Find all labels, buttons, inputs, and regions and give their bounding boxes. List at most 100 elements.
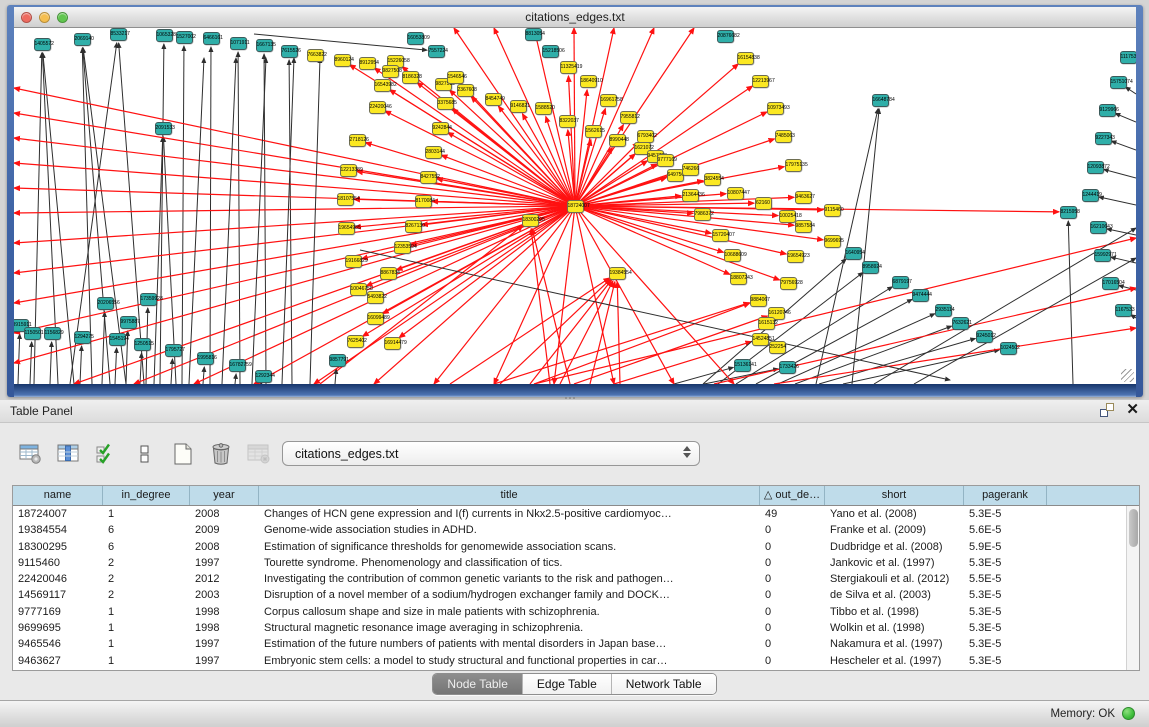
graph-node[interactable]: 16210643	[1090, 221, 1107, 234]
table-cell[interactable]: 19384554	[13, 522, 103, 538]
graph-node[interactable]: 9827508	[382, 65, 399, 78]
column-header[interactable]: name	[13, 486, 103, 505]
table-row[interactable]: 2242004622012Investigating the contribut…	[13, 571, 1139, 587]
graph-node[interactable]: 19654985	[338, 222, 355, 235]
table-scrollbar-thumb[interactable]	[1129, 509, 1138, 547]
graph-node[interactable]: 17359928	[140, 293, 157, 306]
graph-node[interactable]: 18640910	[580, 75, 597, 88]
table-settings-icon[interactable]	[16, 439, 46, 469]
graph-node[interactable]: 2803144	[425, 146, 442, 159]
graph-node[interactable]: 15136141	[734, 359, 751, 372]
table-cell[interactable]: 9699695	[13, 620, 103, 636]
column-visibility-icon[interactable]	[54, 439, 84, 469]
graph-node[interactable]: 9777169	[657, 154, 674, 167]
table-cell[interactable]: 14569117	[13, 587, 103, 603]
delete-column-icon[interactable]	[206, 439, 236, 469]
graph-node[interactable]: 746266	[682, 163, 699, 176]
table-cell[interactable]: 2	[103, 587, 190, 603]
table-row[interactable]: 977716911998Corpus callosum shape and si…	[13, 604, 1139, 620]
table-cell[interactable]: Embryonic stem cells: a model to study s…	[259, 653, 760, 669]
table-cell[interactable]: Hescheler et al. (1997)	[825, 653, 964, 669]
table-cell[interactable]: 1	[103, 604, 190, 620]
table-row[interactable]: 969969511998Structural magnetic resonanc…	[13, 620, 1139, 636]
graph-node[interactable]: 1167533	[1115, 304, 1132, 317]
table-cell[interactable]: 5.6E-5	[964, 522, 1047, 538]
table-cell[interactable]	[1047, 555, 1128, 571]
table-cell[interactable]: 5.3E-5	[964, 653, 1047, 669]
table-cell[interactable]: 2003	[190, 587, 259, 603]
table-cell[interactable]: 0	[760, 522, 825, 538]
graph-node[interactable]: 9115460	[824, 204, 841, 217]
graph-node[interactable]: 1150501	[24, 327, 41, 340]
graph-node[interactable]: 2091533	[155, 122, 172, 135]
table-panel-titlebar[interactable]: Table Panel ✕	[0, 400, 1149, 423]
table-cell[interactable]	[1047, 522, 1128, 538]
table-cell[interactable]: 0	[760, 539, 825, 555]
table-cell[interactable]: 6	[103, 522, 190, 538]
table-cell[interactable]: 0	[760, 555, 825, 571]
table-cell[interactable]: 9115460	[13, 555, 103, 571]
table-cell[interactable]: 2	[103, 555, 190, 571]
graph-node[interactable]: 2367608	[457, 84, 474, 97]
table-cell[interactable]: 1	[103, 620, 190, 636]
graph-node[interactable]: 8958924	[862, 261, 879, 274]
graph-node[interactable]: 1795727	[165, 344, 182, 357]
graph-node[interactable]: 7632621	[952, 317, 969, 330]
table-header-row[interactable]: namein_degreeyeartitle△ out_de…shortpage…	[13, 486, 1139, 506]
graph-node[interactable]: 8912954	[359, 57, 376, 70]
tab-network-table[interactable]: Network Table	[612, 674, 716, 694]
table-row[interactable]: 1872400712008Changes of HCN gene express…	[13, 506, 1139, 522]
graph-node[interactable]: 15992971	[1094, 249, 1111, 262]
column-header[interactable]	[1047, 486, 1128, 505]
table-cell[interactable]	[1047, 636, 1128, 652]
graph-node[interactable]: 9884067	[750, 294, 767, 307]
table-cell[interactable]: Yano et al. (2008)	[825, 506, 964, 522]
table-cell[interactable]: de Silva et al. (2003)	[825, 587, 964, 603]
table-cell[interactable]: Changes of HCN gene expression and I(f) …	[259, 506, 760, 522]
graph-node[interactable]: 15218506	[542, 45, 559, 58]
table-cell[interactable]: 22420046	[13, 571, 103, 587]
graph-node[interactable]: 8990448	[609, 134, 626, 147]
table-cell[interactable]: Tourette syndrome. Phenomenology and cla…	[259, 555, 760, 571]
graph-node[interactable]: 19384554	[609, 267, 626, 280]
new-column-icon[interactable]	[168, 439, 198, 469]
table-body[interactable]: 1872400712008Changes of HCN gene express…	[13, 506, 1139, 669]
table-cell[interactable]: 9465546	[13, 636, 103, 652]
graph-node[interactable]: 12353594	[394, 241, 411, 254]
graph-node[interactable]: 8960124	[334, 54, 351, 67]
graph-node[interactable]: 7485063	[775, 130, 792, 143]
graph-node[interactable]: 15751074	[1110, 76, 1127, 89]
graph-node[interactable]: 18107554	[337, 193, 354, 206]
graph-node[interactable]: 1667135	[256, 39, 273, 52]
graph-node[interactable]: 9245012	[976, 330, 993, 343]
table-cell[interactable]: Structural magnetic resonance image aver…	[259, 620, 760, 636]
graph-node[interactable]: 8533217	[110, 28, 127, 41]
node-table[interactable]: namein_degreeyeartitle△ out_de…shortpage…	[12, 485, 1140, 671]
graph-node[interactable]: 19166829	[345, 255, 362, 268]
table-cell[interactable]	[1047, 571, 1128, 587]
table-cell[interactable]: 5.9E-5	[964, 539, 1047, 555]
table-cell[interactable]: 2008	[190, 539, 259, 555]
table-cell[interactable]: 0	[760, 636, 825, 652]
table-cell[interactable]	[1047, 604, 1128, 620]
graph-node[interactable]: 8427552	[420, 171, 437, 184]
network-window[interactable]: citations_edges.txt 14055722069140853321…	[7, 5, 1143, 397]
table-cell[interactable]: 1998	[190, 604, 259, 620]
table-cell[interactable]: 1	[103, 653, 190, 669]
graph-node[interactable]: 16914479	[384, 337, 401, 350]
tab-node-table[interactable]: Node Table	[433, 674, 523, 694]
table-cell[interactable]: 5.3E-5	[964, 587, 1047, 603]
network-canvas[interactable]: 1405572206914085332171065328715270026466…	[14, 28, 1136, 384]
graph-node[interactable]: 17975135	[785, 159, 802, 172]
graph-node[interactable]: 1156829	[44, 327, 61, 340]
graph-node[interactable]: 5493822	[367, 291, 384, 304]
table-cell[interactable]: 1997	[190, 653, 259, 669]
graph-node[interactable]: 1292344	[255, 370, 272, 383]
graph-node[interactable]: 62160	[755, 197, 772, 210]
table-row[interactable]: 946554611997Estimation of the future num…	[13, 636, 1139, 652]
graph-node[interactable]: 7615526	[281, 45, 298, 58]
table-cell[interactable]: Corpus callosum shape and size in male p…	[259, 604, 760, 620]
graph-node[interactable]: 9857791	[329, 354, 346, 367]
graph-node[interactable]: 1562615	[585, 125, 602, 138]
table-cell[interactable]: 9463627	[13, 653, 103, 669]
